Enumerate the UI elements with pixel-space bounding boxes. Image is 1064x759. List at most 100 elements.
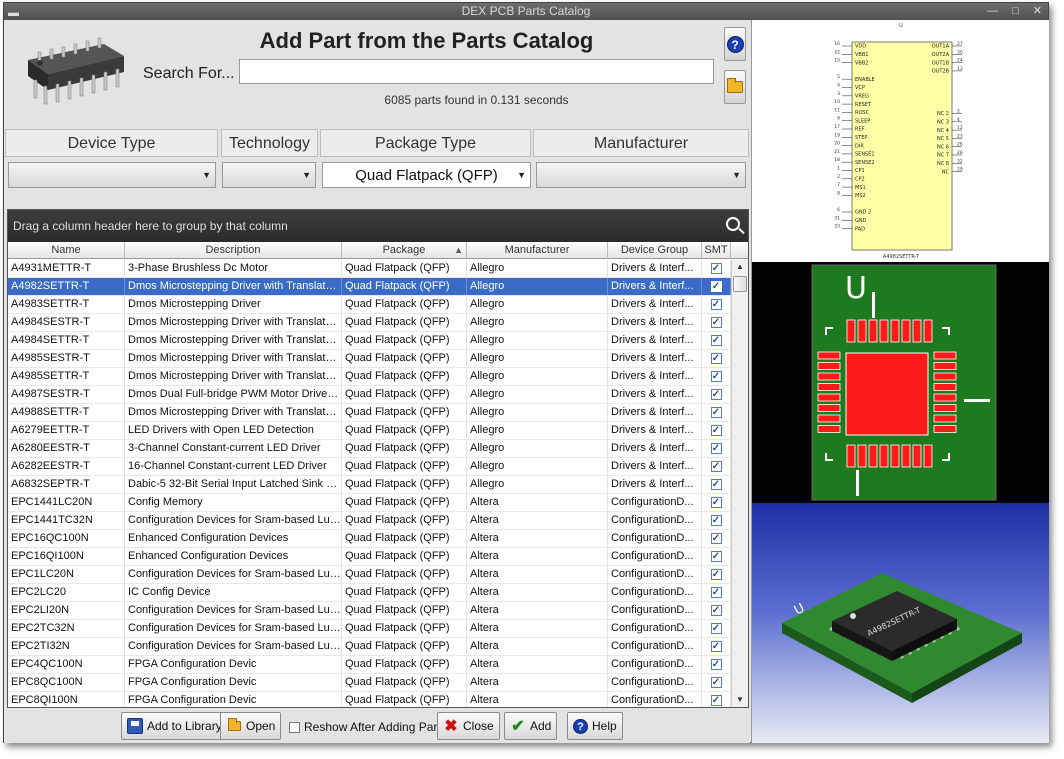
search-icon[interactable] xyxy=(726,217,740,231)
grid-scrollbar[interactable]: ▲ ▼ xyxy=(731,260,748,707)
smt-checkbox[interactable]: ✓ xyxy=(710,622,722,634)
group-by-panel[interactable]: Drag a column header here to group by th… xyxy=(8,210,748,242)
add-button[interactable]: ✔ Add xyxy=(504,712,558,740)
cell-smt: ✓ xyxy=(702,548,731,565)
smt-checkbox[interactable]: ✓ xyxy=(710,694,722,706)
cell-manufacturer: Altera xyxy=(467,620,608,637)
smt-checkbox[interactable]: ✓ xyxy=(710,388,722,400)
cell-device-group: Drivers & Interf... xyxy=(608,458,702,475)
close-button[interactable]: ✖ Close xyxy=(437,712,500,740)
cell-smt: ✓ xyxy=(702,350,731,367)
pin1-dot xyxy=(850,613,856,619)
cell-manufacturer: Allegro xyxy=(467,296,608,313)
smt-checkbox[interactable]: ✓ xyxy=(710,568,722,580)
cell-device-group: ConfigurationD... xyxy=(608,674,702,691)
search-input[interactable] xyxy=(239,59,714,84)
table-row[interactable]: A4985SESTR-T Dmos Microstepping Driver wi… xyxy=(8,350,731,368)
column-header-name[interactable]: Name xyxy=(8,242,125,258)
table-row[interactable]: EPC2LC20 IC Config Device Quad Flatpack (Q… xyxy=(8,584,731,602)
column-header-package[interactable]: Package ▲ xyxy=(342,242,467,258)
add-to-library-button[interactable]: Add to Library xyxy=(121,712,228,740)
smt-checkbox[interactable]: ✓ xyxy=(710,658,722,670)
table-row[interactable]: EPC1441TC32N Configuration Devices for Sr… xyxy=(8,512,731,530)
open-folder-side-button[interactable] xyxy=(724,70,746,104)
smt-checkbox[interactable]: ✓ xyxy=(710,586,722,598)
device-type-select[interactable]: ▼ xyxy=(8,162,216,188)
smt-checkbox[interactable]: ✓ xyxy=(710,406,722,418)
smt-checkbox[interactable]: ✓ xyxy=(710,352,722,364)
cell-description: Configuration Devices for Sram-based Lut… xyxy=(125,620,342,637)
table-row[interactable]: A4983SETTR-T Dmos Microstepping Driver Qua… xyxy=(8,296,731,314)
table-row[interactable]: A4984SESTR-T Dmos Microstepping Driver wi… xyxy=(8,314,731,332)
help-button[interactable]: ? Help xyxy=(567,712,623,740)
table-row[interactable]: A6832SEPTR-T Dabic-5 32-Bit Serial Input … xyxy=(8,476,731,494)
smt-checkbox[interactable]: ✓ xyxy=(710,334,722,346)
table-row[interactable]: EPC2TC32N Configuration Devices for Sram-… xyxy=(8,620,731,638)
smt-checkbox[interactable]: ✓ xyxy=(710,478,722,490)
table-row[interactable]: A6280EESTR-T 3-Channel Constant-current L… xyxy=(8,440,731,458)
column-header-manufacturer[interactable]: Manufacturer xyxy=(467,242,608,258)
table-row[interactable]: A4985SETTR-T Dmos Microstepping Driver wi… xyxy=(8,368,731,386)
smt-checkbox[interactable]: ✓ xyxy=(710,460,722,472)
smt-checkbox[interactable]: ✓ xyxy=(710,262,722,274)
smt-checkbox[interactable]: ✓ xyxy=(710,496,722,508)
smt-checkbox[interactable]: ✓ xyxy=(710,532,722,544)
table-row[interactable]: A4988SETTR-T Dmos Microstepping Driver wi… xyxy=(8,404,731,422)
scroll-down-icon[interactable]: ▼ xyxy=(732,693,748,707)
table-row[interactable]: EPC8QC100N FPGA Configuration Devic Quad F… xyxy=(8,674,731,692)
smt-checkbox[interactable]: ✓ xyxy=(710,640,722,652)
schematic-pin-label: GND xyxy=(855,218,867,224)
table-row[interactable]: EPC2TI32N Configuration Devices for Sram-… xyxy=(8,638,731,656)
maximize-icon[interactable]: □ xyxy=(1012,3,1019,20)
smt-checkbox[interactable]: ✓ xyxy=(710,280,722,292)
smt-checkbox[interactable]: ✓ xyxy=(710,604,722,616)
smt-checkbox[interactable]: ✓ xyxy=(710,370,722,382)
schematic-pin-label: CP2 xyxy=(855,177,865,183)
reshow-checkbox-box[interactable] xyxy=(289,721,300,733)
smt-checkbox[interactable]: ✓ xyxy=(710,424,722,436)
close-window-icon[interactable]: ✕ xyxy=(1033,3,1042,20)
smt-checkbox[interactable]: ✓ xyxy=(710,442,722,454)
table-row[interactable]: EPC16QC100N Enhanced Configuration Device… xyxy=(8,530,731,548)
silk-line xyxy=(964,399,990,402)
chevron-down-icon: ▼ xyxy=(202,170,211,180)
table-row[interactable]: EPC4QC100N FPGA Configuration Devic Quad F… xyxy=(8,656,731,674)
smt-checkbox[interactable]: ✓ xyxy=(710,514,722,526)
smt-checkbox[interactable]: ✓ xyxy=(710,316,722,328)
package-type-select[interactable]: Quad Flatpack (QFP) ▼ xyxy=(322,162,531,188)
smt-checkbox[interactable]: ✓ xyxy=(710,550,722,562)
table-row[interactable]: A6282EESTR-T 16-Channel Constant-current … xyxy=(8,458,731,476)
help-side-button[interactable]: ? xyxy=(724,27,746,61)
smt-checkbox[interactable]: ✓ xyxy=(710,676,722,688)
technology-select[interactable]: ▼ xyxy=(222,162,316,188)
table-row[interactable]: A4931METTR-T 3-Phase Brushless Dc Motor Qu… xyxy=(8,260,731,278)
scroll-thumb[interactable] xyxy=(733,276,747,292)
page-title: Add Part from the Parts Catalog xyxy=(259,28,594,53)
table-row[interactable]: A4982SETTR-T Dmos Microstepping Driver wi… xyxy=(8,278,731,296)
table-row[interactable]: A6279EETTR-T LED Drivers with Open LED De… xyxy=(8,422,731,440)
save-icon xyxy=(127,718,143,734)
scroll-up-icon[interactable]: ▲ xyxy=(732,260,748,274)
manufacturer-select[interactable]: ▼ xyxy=(536,162,746,188)
table-row[interactable]: A4987SESTR-T Dmos Dual Full-bridge PWM Mo… xyxy=(8,386,731,404)
minimize-icon[interactable]: — xyxy=(987,3,998,20)
table-row[interactable]: EPC2LI20N Configuration Devices for Sram-… xyxy=(8,602,731,620)
table-row[interactable]: EPC1441LC20N Config Memory Quad Flatpack (… xyxy=(8,494,731,512)
column-header-description[interactable]: Description xyxy=(125,242,342,258)
table-row[interactable]: EPC1LC20N Configuration Devices for Sram-… xyxy=(8,566,731,584)
schematic-pin-number: 30 xyxy=(957,49,963,55)
cell-name: A6279EETTR-T xyxy=(8,422,125,439)
open-button[interactable]: Open xyxy=(220,712,282,740)
schematic-pin-label: NC 8 xyxy=(937,161,949,167)
title-bar[interactable]: ▬ DEX PCB Parts Catalog — □ ✕ xyxy=(4,3,1048,20)
column-header-row: Name Description Package ▲ Manufacturer D… xyxy=(8,242,748,259)
table-row[interactable]: EPC16QI100N Enhanced Configuration Device… xyxy=(8,548,731,566)
reshow-checkbox[interactable]: Reshow After Adding Part xyxy=(289,720,441,734)
table-row[interactable]: EPC8QI100N FPGA Configuration Devic Quad F… xyxy=(8,692,731,707)
column-header-smt[interactable]: SMT xyxy=(702,242,731,258)
schematic-pin-label: MS2 xyxy=(855,193,866,199)
smt-checkbox[interactable]: ✓ xyxy=(710,298,722,310)
column-header-device-group[interactable]: Device Group xyxy=(608,242,702,258)
cell-manufacturer: Allegro xyxy=(467,386,608,403)
table-row[interactable]: A4984SETTR-T Dmos Microstepping Driver wi… xyxy=(8,332,731,350)
